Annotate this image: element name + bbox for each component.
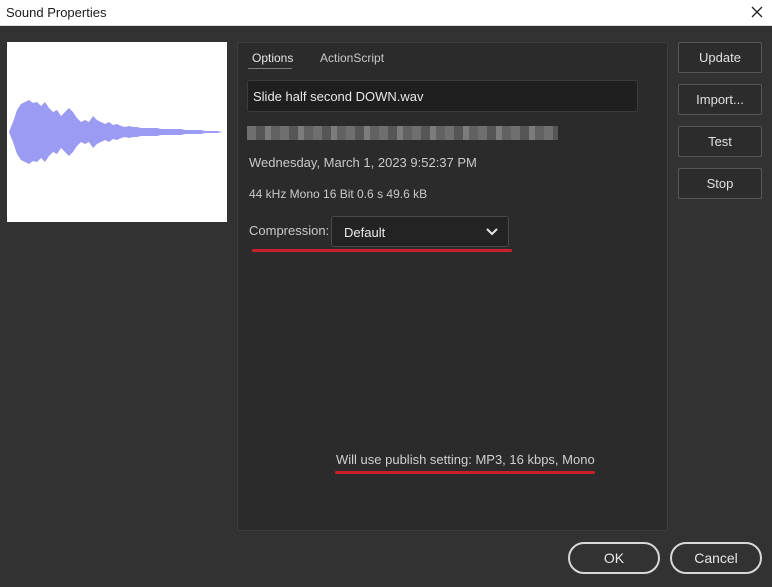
sound-date: Wednesday, March 1, 2023 9:52:37 PM [249, 155, 477, 170]
active-tab-underline [248, 68, 292, 69]
tab-options[interactable]: Options [252, 51, 293, 65]
annotation-underline-compression [252, 249, 512, 252]
import-button[interactable]: Import... [678, 84, 762, 115]
compression-selected-value: Default [344, 225, 386, 240]
sound-info: 44 kHz Mono 16 Bit 0.6 s 49.6 kB [249, 187, 428, 201]
update-button[interactable]: Update [678, 42, 762, 73]
sound-name-field[interactable]: Slide half second DOWN.wav [247, 80, 638, 112]
stop-button[interactable]: Stop [678, 168, 762, 199]
test-button[interactable]: Test [678, 126, 762, 157]
compression-label: Compression: [249, 223, 330, 238]
close-icon [751, 6, 763, 18]
cancel-button[interactable]: Cancel [670, 542, 762, 574]
waveform-graphic [9, 100, 223, 164]
close-button[interactable] [742, 0, 772, 26]
sound-properties-dialog: Sound Properties Options ActionScript Sl… [0, 0, 772, 587]
waveform-preview [7, 42, 227, 222]
ok-button[interactable]: OK [568, 542, 660, 574]
file-path-redacted [247, 126, 558, 140]
chevron-down-icon [486, 228, 498, 236]
annotation-underline-publish [335, 471, 595, 474]
compression-select[interactable]: Default [331, 216, 509, 247]
options-panel: Options ActionScript Slide half second D… [237, 42, 668, 531]
title-bar: Sound Properties [0, 0, 772, 26]
publish-setting-note: Will use publish setting: MP3, 16 kbps, … [336, 452, 595, 467]
window-title: Sound Properties [6, 5, 107, 20]
tab-actionscript[interactable]: ActionScript [320, 51, 384, 65]
